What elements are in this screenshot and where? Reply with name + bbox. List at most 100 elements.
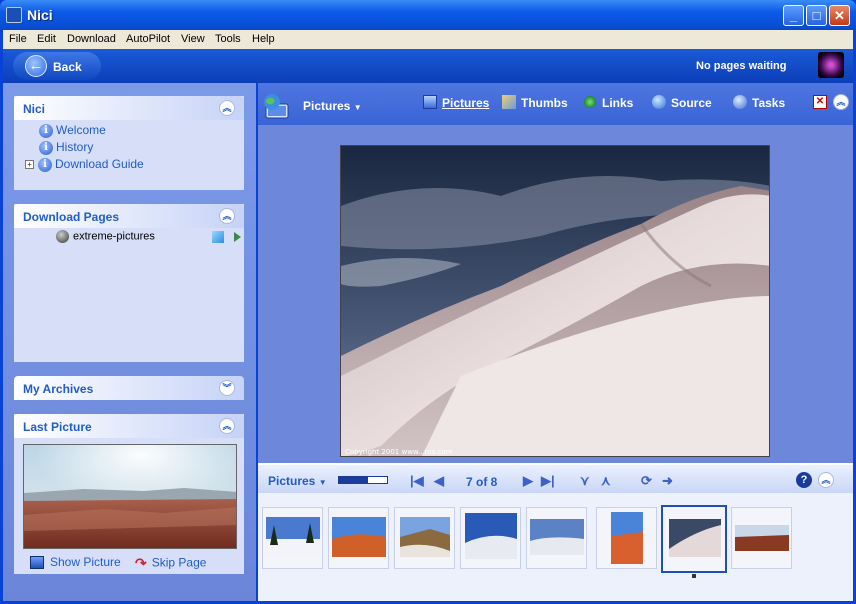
- thumbnail-4[interactable]: [460, 507, 521, 569]
- queue-status: No pages waiting: [696, 60, 787, 72]
- panel-header[interactable]: Last Picture ︽: [14, 414, 244, 438]
- nav-bar: ← Back No pages waiting: [3, 49, 853, 83]
- progress-fill: [339, 477, 368, 483]
- panel-my-archives: My Archives ︾: [14, 376, 244, 400]
- link-history[interactable]: i History: [39, 140, 93, 156]
- first-picture-icon[interactable]: |◀: [410, 473, 424, 489]
- app-icon: [6, 7, 22, 23]
- collapse-chevron-icon[interactable]: ︽: [818, 472, 834, 488]
- menu-bar: File Edit Download AutoPilot View Tools …: [3, 30, 853, 49]
- expand-chevron-icon[interactable]: ︾: [219, 380, 235, 396]
- tab-source[interactable]: Source: [652, 95, 712, 110]
- last-picture-icon[interactable]: ▶|: [541, 473, 555, 489]
- previous-picture-icon[interactable]: ◀: [434, 473, 444, 489]
- panel-title: Download Pages: [23, 210, 120, 224]
- links-icon: [583, 95, 597, 109]
- nici-logo-icon[interactable]: [818, 52, 844, 78]
- tab-label: Pictures: [442, 96, 490, 110]
- minimize-button[interactable]: _: [783, 5, 804, 26]
- menu-edit[interactable]: Edit: [37, 33, 56, 45]
- panel-header[interactable]: Nici ︽: [14, 96, 244, 120]
- picture-counter: 7 of 8: [466, 475, 498, 489]
- thumbnail-5[interactable]: [526, 507, 587, 569]
- tab-links[interactable]: Links: [583, 95, 633, 110]
- help-icon[interactable]: ?: [796, 472, 812, 488]
- next-picture-icon[interactable]: ▶: [523, 473, 533, 489]
- menu-download[interactable]: Download: [67, 33, 116, 45]
- last-picture-image[interactable]: [23, 444, 237, 549]
- show-picture-label: Show Picture: [50, 555, 121, 569]
- camera-icon: [56, 230, 69, 243]
- view-toolbar: Pictures ▼ Pictures Thumbs Links Source …: [258, 83, 853, 125]
- dropdown-caret-icon: ▼: [318, 478, 327, 487]
- thumbs-icon: [502, 95, 516, 109]
- link-label: Download Guide: [55, 157, 144, 171]
- menu-help[interactable]: Help: [252, 33, 275, 45]
- collapse-chevron-icon[interactable]: ︽: [833, 94, 849, 110]
- source-icon: [652, 95, 666, 109]
- skip-arrow-icon: ↷: [135, 555, 147, 571]
- zoom-out-icon[interactable]: ⋏: [601, 473, 611, 489]
- show-picture-link[interactable]: Show Picture: [30, 555, 121, 571]
- panel-header[interactable]: My Archives ︾: [14, 376, 244, 400]
- info-icon: i: [39, 140, 53, 155]
- thumbnail-2[interactable]: [328, 507, 389, 569]
- tab-label: Source: [671, 96, 712, 110]
- info-icon: i: [38, 157, 52, 172]
- title-bar[interactable]: Nici _ □ ✕: [0, 0, 856, 30]
- menu-file[interactable]: File: [9, 33, 27, 45]
- expand-plus-icon[interactable]: +: [25, 160, 34, 170]
- panel-last-picture: Last Picture ︽ Show Picture ↷ Skip Page: [14, 414, 244, 574]
- menu-view[interactable]: View: [181, 33, 205, 45]
- menu-tools[interactable]: Tools: [215, 33, 241, 45]
- thumbnail-1[interactable]: [262, 507, 323, 569]
- panel-download-pages: Download Pages ︽ extreme-pictures: [14, 204, 244, 362]
- download-page-label: extreme-pictures: [73, 230, 155, 243]
- globe-monitor-icon: [264, 94, 289, 119]
- tab-pictures[interactable]: Pictures: [423, 95, 489, 110]
- tab-thumbs[interactable]: Thumbs: [502, 95, 568, 110]
- monitor-icon: [30, 556, 44, 570]
- filmstrip-toolbar: Pictures ▼ |◀ ◀ 7 of 8 ▶ ▶| ⋎ ⋏ ⟳ ➜ ? ︽: [258, 463, 853, 493]
- back-button[interactable]: ← Back: [13, 52, 101, 80]
- maximize-button[interactable]: □: [806, 5, 827, 26]
- link-download-guide[interactable]: + i Download Guide: [25, 157, 144, 173]
- collapse-chevron-icon[interactable]: ︽: [219, 100, 235, 116]
- tab-label: Links: [602, 96, 634, 110]
- menu-autopilot[interactable]: AutoPilot: [126, 33, 170, 45]
- view-dropdown-label: Pictures: [303, 99, 351, 113]
- play-arrow-icon[interactable]: [234, 232, 241, 242]
- content-pane: Pictures ▼ Pictures Thumbs Links Source …: [258, 83, 853, 601]
- back-arrow-icon: ←: [25, 55, 47, 77]
- close-button[interactable]: ✕: [829, 5, 850, 26]
- thumbnail-7-selected[interactable]: [661, 505, 727, 573]
- tab-label: Tasks: [752, 96, 786, 110]
- refresh-icon[interactable]: ⟳: [641, 473, 652, 489]
- panel-header[interactable]: Download Pages ︽: [14, 204, 244, 228]
- main-picture[interactable]: Copyright 2001 www...tos.com: [340, 145, 770, 457]
- thumbnail-8[interactable]: [731, 507, 792, 569]
- left-task-pane: Nici ︽ i Welcome i History + i Download Guid…: [3, 83, 256, 601]
- skip-page-link[interactable]: ↷ Skip Page: [135, 555, 206, 571]
- collapse-chevron-icon[interactable]: ︽: [219, 418, 235, 434]
- panel-title: Nici: [23, 102, 46, 116]
- link-welcome[interactable]: i Welcome: [39, 123, 106, 139]
- fullscreen-icon[interactable]: ✕: [813, 95, 827, 109]
- panel-title: Last Picture: [23, 420, 92, 434]
- view-dropdown[interactable]: Pictures ▼: [303, 99, 362, 113]
- thumbnail-3[interactable]: [394, 507, 455, 569]
- download-progress-bar: [338, 476, 388, 484]
- tab-tasks[interactable]: Tasks: [733, 95, 785, 110]
- filmstrip-dropdown[interactable]: Pictures ▼: [268, 474, 327, 488]
- info-icon: i: [39, 123, 53, 138]
- zoom-in-icon[interactable]: ⋎: [580, 473, 590, 489]
- forward-icon[interactable]: ➜: [662, 473, 673, 489]
- collapse-chevron-icon[interactable]: ︽: [219, 208, 235, 224]
- link-label: History: [56, 140, 94, 154]
- dropdown-caret-icon: ▼: [353, 103, 362, 112]
- app-window: Nici _ □ ✕ File Edit Download AutoPilot …: [0, 0, 856, 604]
- download-page-item[interactable]: extreme-pictures: [56, 230, 155, 246]
- thumbnail-6[interactable]: [596, 507, 657, 569]
- link-label: Welcome: [56, 123, 106, 137]
- info-icon: [733, 95, 747, 109]
